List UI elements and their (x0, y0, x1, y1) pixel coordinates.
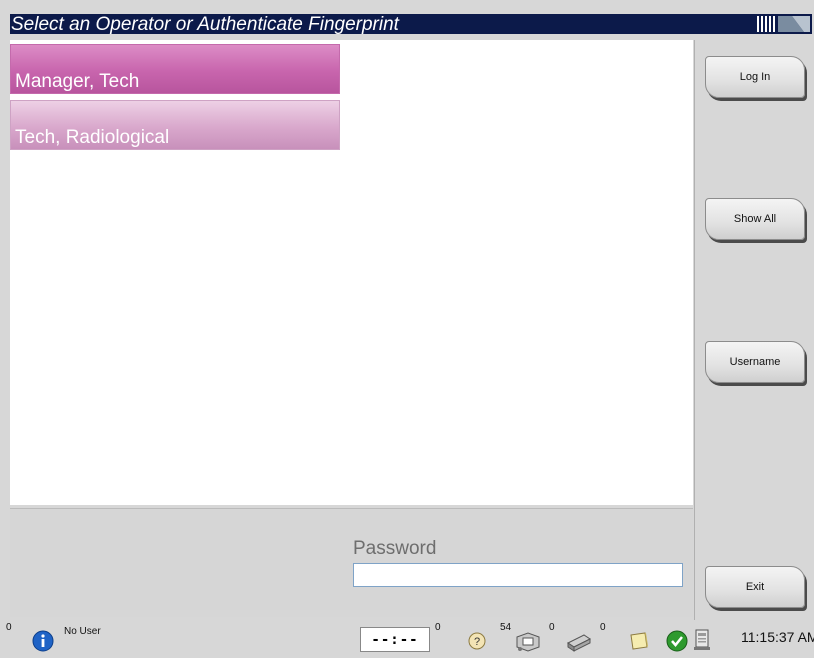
operator-item-manager-tech[interactable]: Manager, Tech (10, 44, 340, 94)
username-button[interactable]: Username (705, 341, 805, 383)
output-icon[interactable] (690, 627, 714, 653)
hologic-logo-icon (754, 14, 812, 34)
password-panel: Password (10, 508, 693, 617)
show-all-button[interactable]: Show All (705, 198, 805, 240)
print-count: 0 (600, 622, 606, 633)
clock-label: 11:15:37 AM (741, 629, 814, 645)
help-icon[interactable]: ? (466, 630, 488, 652)
password-label: Password (353, 538, 437, 559)
notes-icon[interactable] (627, 630, 651, 652)
archive-count: 0 (549, 622, 555, 633)
queue-count: 54 (500, 622, 512, 633)
info-icon[interactable] (31, 629, 55, 653)
page-title: Select an Operator or Authenticate Finge… (11, 14, 399, 35)
status-bar: 0 No User --:-- 0 ? 54 0 0 11:15:37 AM (0, 620, 814, 658)
exposure-timer: --:-- (360, 627, 430, 652)
svg-text:?: ? (474, 636, 480, 648)
operator-item-tech-radiological[interactable]: Tech, Radiological (10, 100, 340, 150)
status-ok-icon[interactable] (665, 629, 689, 653)
printer-icon[interactable] (564, 629, 592, 653)
title-bar: Select an Operator or Authenticate Finge… (10, 14, 812, 34)
password-field[interactable] (353, 563, 683, 587)
operator-list-panel: Manager, Tech Tech, Radiological (10, 40, 693, 505)
alerts-count: 0 (6, 622, 12, 633)
queue-icon[interactable] (514, 629, 542, 653)
timer-count: 0 (435, 622, 441, 633)
action-sidebar: Log In Show All Username Exit (694, 40, 814, 620)
exit-button[interactable]: Exit (705, 566, 805, 608)
current-user-label: No User (64, 626, 101, 637)
login-button[interactable]: Log In (705, 56, 805, 98)
